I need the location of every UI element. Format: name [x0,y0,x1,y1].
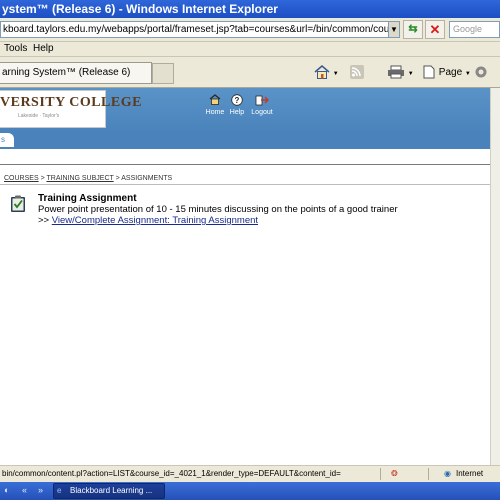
menu-item-help[interactable]: Help [33,42,54,56]
popup-blocker-icon[interactable]: ❂ [391,466,398,482]
ie-icon: e [57,486,62,495]
header-logout-link[interactable]: Logout [249,94,275,116]
chevron-down-icon: ▼ [332,71,339,77]
menu-item-tools[interactable]: Tools [4,42,27,56]
assignment-link-row: >> View/Complete Assignment: Training As… [38,215,258,226]
help-icon: ? [224,94,250,108]
header-help-label: Help [229,109,245,116]
address-url: kboard.taylors.edu.my/webapps/portal/fra… [3,24,390,35]
logo-text: VERSITY COLLEGE [0,95,142,110]
taskbar-window-button[interactable]: e Blackboard Learning ... [53,483,165,499]
search-placeholder: Google [453,24,483,34]
header-logout-label: Logout [251,109,273,116]
assignment-title: Training Assignment [38,193,137,204]
tab-courses[interactable]: s [0,133,14,147]
chevron-down-icon: ▼ [390,25,398,34]
gear-icon [475,66,487,78]
status-divider [428,468,429,480]
breadcrumb-top-rule [0,164,490,165]
search-input[interactable]: Google [449,21,500,38]
tab-courses-label: s [1,135,5,144]
site-header: VERSITY COLLEGE Lakeside · Taylor's Home… [0,88,490,133]
header-divider [0,147,490,149]
refresh-button[interactable]: ⇆ [403,20,423,39]
chevron-down-icon: ▼ [464,71,471,77]
breadcrumb-current: ASSIGNMENTS [121,175,173,182]
vertical-scrollbar[interactable] [490,88,500,465]
refresh-icon: ⇆ [408,23,418,35]
clipboard-check-icon [11,195,25,212]
page-menu-label: Page [438,67,463,78]
browser-tab-row: arning System™ (Release 6) ▼ ▼ Page ▼ [0,57,500,100]
quick-launch-chevron-icon[interactable]: » [38,485,43,495]
address-dropdown-button[interactable]: ▼ [388,21,400,38]
svg-text:?: ? [235,96,240,105]
browser-tab-label: arning System™ (Release 6) [2,67,131,78]
status-bar: bin/common/content.pl?action=LIST&course… [0,465,500,482]
globe-icon: ◉ [444,469,451,478]
quick-launch-ie-icon[interactable]: ◐ [4,485,9,495]
menu-bar: Tools Help [0,42,500,57]
stop-icon: ✕ [429,22,441,37]
breadcrumb-courses[interactable]: COURSES [4,175,39,182]
logout-icon [249,94,275,108]
view-complete-assignment-link[interactable]: View/Complete Assignment: Training Assig… [52,215,258,226]
print-button[interactable]: ▼ [387,62,414,84]
browser-tab[interactable]: arning System™ (Release 6) [0,62,152,84]
status-text: bin/common/content.pl?action=LIST&course… [2,469,341,478]
course-tab-bar: s [0,133,490,147]
status-divider [380,468,381,480]
breadcrumb: COURSES > TRAINING SUBJECT > ASSIGNMENTS [4,175,172,182]
chevron-down-icon: ▼ [407,71,414,77]
page-icon [423,65,435,79]
window-title-bar: ystem™ (Release 6) - Windows Internet Ex… [0,0,500,18]
quick-launch-back-icon[interactable]: « [22,485,27,495]
taskbar-window-label: Blackboard Learning ... [70,486,153,495]
rss-feed-icon [350,65,364,80]
stop-button[interactable]: ✕ [425,20,445,39]
page-menu-button[interactable]: Page ▼ [422,62,471,84]
address-input[interactable]: kboard.taylors.edu.my/webapps/portal/fra… [0,21,390,38]
printer-icon [388,65,404,79]
logo-subtext: Lakeside · Taylor's [18,113,60,119]
tools-menu-button[interactable]: To [474,62,500,100]
home-button[interactable]: ▼ [314,62,339,84]
page-content: VERSITY COLLEGE Lakeside · Taylor's Home… [0,88,490,465]
security-zone-label: Internet [456,469,484,478]
breadcrumb-separator: > [115,175,120,182]
feeds-button[interactable] [349,62,365,84]
home-icon [314,65,330,80]
address-toolbar: kboard.taylors.edu.my/webapps/portal/fra… [0,18,500,42]
assignment-description: Power point presentation of 10 - 15 minu… [38,204,398,215]
breadcrumb-bottom-rule [0,184,490,185]
window-title: ystem™ (Release 6) - Windows Internet Ex… [2,2,278,16]
breadcrumb-training-subject[interactable]: TRAINING SUBJECT [47,175,114,182]
new-tab-button[interactable] [152,63,174,84]
header-help-link[interactable]: ? Help [224,94,250,116]
breadcrumb-separator: > [40,175,45,182]
assignment-link-prefix: >> [38,215,50,226]
windows-taskbar: ◐ « » e Blackboard Learning ... [0,482,500,500]
college-logo[interactable]: VERSITY COLLEGE Lakeside · Taylor's [0,90,141,128]
